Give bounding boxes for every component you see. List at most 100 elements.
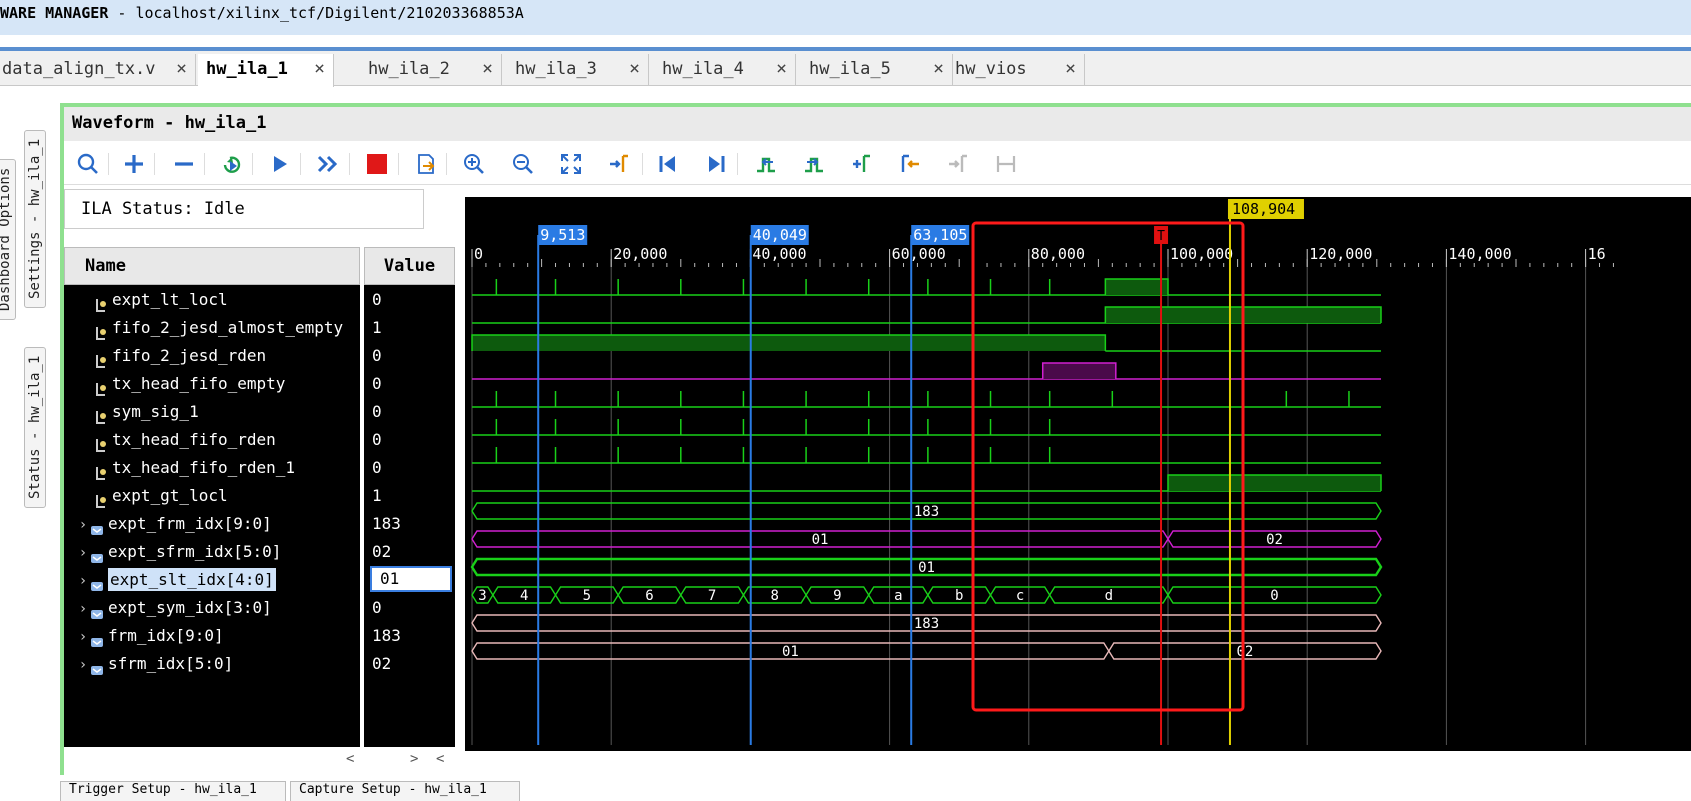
signal-row[interactable]: › expt_slt_idx[4:0] xyxy=(64,565,360,595)
expand-arrow-icon[interactable]: › xyxy=(76,510,90,540)
side-tab-settings[interactable]: Settings - hw_ila_1 xyxy=(24,129,46,308)
bus-value-label: 7 xyxy=(708,588,716,604)
tab-trigger-setup[interactable]: Trigger Setup - hw_ila_1 xyxy=(60,781,286,801)
expand-arrow-icon[interactable]: › xyxy=(76,594,90,624)
signal-name: sym_sig_1 xyxy=(112,402,199,421)
waveform-canvas[interactable]: 0 20,000 40,000 60,000 80,000 100,000 120,000 1… xyxy=(465,197,1691,752)
bus-value-label: 02 xyxy=(1266,532,1283,548)
bottom-tab-strip: Trigger Setup - hw_ila_1 Capture Setup -… xyxy=(60,781,540,801)
close-icon[interactable]: × xyxy=(1065,54,1076,84)
bus-value-label: 01 xyxy=(918,560,935,576)
expand-arrow-icon[interactable]: › xyxy=(76,622,90,652)
close-icon[interactable]: × xyxy=(629,54,640,84)
tab-hw-ila-3[interactable]: hw_ila_3 × xyxy=(513,54,649,86)
tab-hw-ila-1[interactable]: hw_ila_1 × xyxy=(198,54,334,87)
ruler-tick-label: 140,000 xyxy=(1448,245,1511,263)
signal-high-fill xyxy=(1105,279,1168,295)
go-to-cursor-icon[interactable] xyxy=(605,151,633,177)
expand-arrow-icon[interactable]: › xyxy=(76,650,90,680)
tab-hw-ila-4[interactable]: hw_ila_4 × xyxy=(660,54,796,86)
signal-icon xyxy=(94,489,108,508)
signal-row[interactable]: tx_head_fifo_empty xyxy=(64,369,360,399)
signal-value: 0 xyxy=(372,430,382,449)
trigger-label: T xyxy=(1157,229,1165,244)
signal-name: expt_sfrm_idx[5:0] xyxy=(108,542,282,561)
add-marker-icon[interactable] xyxy=(848,151,876,177)
tab-hw-ila-2[interactable]: hw_ila_2 × xyxy=(366,54,502,86)
bus-icon xyxy=(90,629,104,647)
signal-row[interactable]: fifo_2_jesd_rden xyxy=(64,341,360,371)
signal-row[interactable]: › frm_idx[9:0] xyxy=(64,621,360,651)
signal-name: tx_head_fifo_empty xyxy=(112,374,286,393)
zoom-in-plus-icon[interactable] xyxy=(120,151,148,177)
close-icon[interactable]: × xyxy=(776,54,787,84)
prev-transition-icon[interactable] xyxy=(752,151,780,177)
signal-name: tx_head_fifo_rden_1 xyxy=(112,458,296,477)
signal-high-fill xyxy=(1168,475,1381,491)
signal-value: 1 xyxy=(372,318,382,337)
bus-value-label: c xyxy=(1016,588,1024,604)
search-icon[interactable] xyxy=(74,151,102,177)
signal-row[interactable]: expt_gt_locl xyxy=(64,481,360,511)
scroll-left-arrow[interactable]: < xyxy=(346,751,354,767)
next-transition-icon[interactable] xyxy=(800,151,828,177)
stop-icon[interactable] xyxy=(363,151,391,177)
signal-high-fill xyxy=(472,335,1106,351)
export-icon[interactable] xyxy=(412,151,440,177)
run-icon[interactable] xyxy=(266,151,294,177)
editor-tab-bar: data_align_tx.v × hw_ila_1 × hw_ila_2 × hw_… xyxy=(0,51,1691,87)
remove-minus-icon[interactable] xyxy=(170,151,198,177)
zoom-fit-icon[interactable] xyxy=(557,151,585,177)
horizontal-scrollbars: < > < xyxy=(64,751,1691,775)
tab-capture-setup[interactable]: Capture Setup - hw_ila_1 xyxy=(290,781,520,801)
prev-marker-icon[interactable] xyxy=(896,151,924,177)
signal-row[interactable]: › sfrm_idx[5:0] xyxy=(64,649,360,679)
scroll-right-arrow[interactable]: > xyxy=(410,751,418,767)
signal-row[interactable]: tx_head_fifo_rden xyxy=(64,425,360,455)
close-icon[interactable]: × xyxy=(176,54,187,84)
close-icon[interactable]: × xyxy=(482,54,493,84)
run-trigger-icon[interactable] xyxy=(218,151,246,177)
marker-label: 9,513 xyxy=(540,226,585,244)
run-immediate-icon[interactable] xyxy=(314,151,342,177)
next-marker-icon[interactable] xyxy=(944,151,972,177)
name-column-header[interactable]: Name xyxy=(64,247,360,285)
waveform-panel: Waveform - hw_ila_1 ILA Status: Idle Nam… xyxy=(60,103,1691,775)
ruler-tick-label: 16 xyxy=(1588,245,1606,263)
go-to-end-icon[interactable] xyxy=(702,151,730,177)
close-icon[interactable]: × xyxy=(314,54,325,84)
signal-row[interactable]: expt_lt_locl xyxy=(64,285,360,315)
expand-arrow-icon[interactable]: › xyxy=(76,566,90,596)
expand-arrow-icon[interactable]: › xyxy=(76,538,90,568)
zoom-out-icon[interactable] xyxy=(509,151,537,177)
signal-icon xyxy=(94,433,108,452)
signal-name: expt_gt_locl xyxy=(112,486,228,505)
value-column-header[interactable]: Value xyxy=(364,247,455,285)
wave-scroll-left-arrow[interactable]: < xyxy=(436,751,444,767)
side-tab-dashboard-options[interactable]: Dashboard Options xyxy=(0,158,16,320)
signal-row[interactable]: sym_sig_1 xyxy=(64,397,360,427)
signal-row[interactable]: › expt_sym_idx[3:0] xyxy=(64,593,360,623)
waveform-title: Waveform - hw_ila_1 xyxy=(64,107,1691,141)
signal-value: 0 xyxy=(372,290,382,309)
tab-data-align-tx[interactable]: data_align_tx.v × xyxy=(0,54,196,86)
signal-name: frm_idx[9:0] xyxy=(108,626,224,645)
side-tab-status[interactable]: Status - hw_ila_1 xyxy=(24,346,46,508)
go-to-start-icon[interactable] xyxy=(654,151,682,177)
signal-row[interactable]: › expt_sfrm_idx[5:0] xyxy=(64,537,360,567)
signal-value: 183 xyxy=(372,514,401,533)
zoom-in-icon[interactable] xyxy=(460,151,488,177)
bus-value-label: 02 xyxy=(1236,644,1253,660)
signal-row[interactable]: › expt_frm_idx[9:0] xyxy=(64,509,360,539)
highlight-box xyxy=(971,221,1245,712)
tab-hw-ila-5[interactable]: hw_ila_5 × xyxy=(807,54,953,86)
bus-icon xyxy=(90,573,104,591)
swap-cursors-icon[interactable] xyxy=(992,151,1020,177)
bus-value-label: 5 xyxy=(583,588,591,604)
close-icon[interactable]: × xyxy=(933,54,944,84)
signal-row[interactable]: tx_head_fifo_rden_1 xyxy=(64,453,360,483)
tab-hw-vios[interactable]: hw_vios × xyxy=(953,54,1085,86)
signal-name: fifo_2_jesd_almost_empty xyxy=(112,318,344,337)
side-tab-strip: Dashboard Options Settings - hw_ila_1 St… xyxy=(0,90,60,530)
signal-row[interactable]: fifo_2_jesd_almost_empty xyxy=(64,313,360,343)
